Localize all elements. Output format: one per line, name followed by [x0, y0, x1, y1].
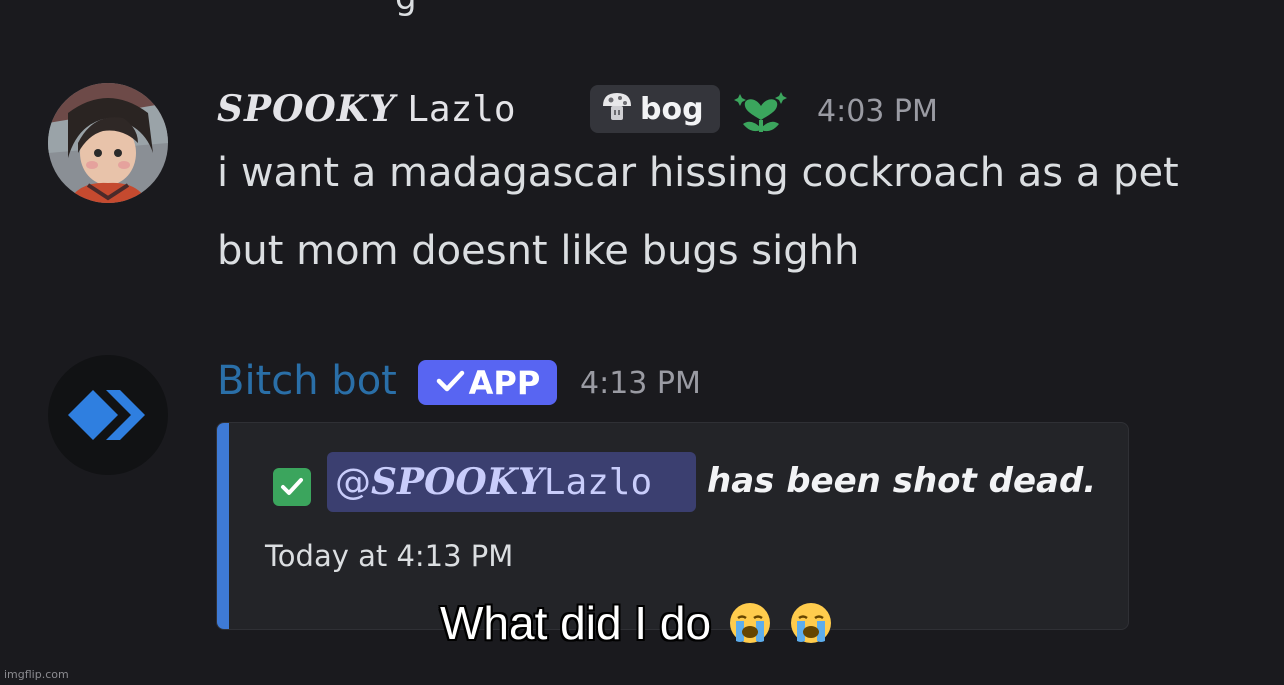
- checkmark-icon: [435, 366, 465, 400]
- embed-footer: Today at 4:13 PM: [265, 539, 514, 573]
- author-mono-name: Lazlo: [407, 89, 516, 130]
- embed-text: has been shot dead.: [707, 461, 1097, 501]
- mention-styled-name: 𝑺𝑷𝑶𝑶𝑲𝒀: [371, 461, 544, 503]
- app-badge-label: APP: [468, 363, 541, 402]
- message-timestamp[interactable]: 4:03 PM: [817, 94, 938, 129]
- author-styled-name: 𝑺𝑷𝑶𝑶𝑲𝒀: [217, 88, 396, 130]
- caption-text: What did I do: [440, 597, 712, 649]
- loudly-crying-face-icon: [790, 603, 831, 643]
- mushroom-icon: [600, 90, 634, 128]
- mention-mono-name: Lazlo: [543, 461, 653, 503]
- bot-author-name[interactable]: Bitch bot: [217, 358, 397, 404]
- embed-accent-bar: [217, 423, 229, 629]
- loudly-crying-face-icon: [729, 603, 770, 643]
- meme-caption: What did I do: [440, 596, 833, 650]
- server-tag[interactable]: bog: [590, 85, 720, 133]
- user-mention[interactable]: @ 𝑺𝑷𝑶𝑶𝑲𝒀 Lazlo: [327, 452, 696, 512]
- user-avatar[interactable]: [48, 83, 168, 203]
- message-line: but mom doesnt like bugs sighh: [217, 228, 860, 274]
- message-timestamp[interactable]: 4:13 PM: [580, 366, 701, 401]
- bot-avatar[interactable]: [48, 355, 168, 475]
- message-author[interactable]: 𝑺𝑷𝑶𝑶𝑲𝒀 Lazlo: [217, 88, 516, 130]
- heart-plant-icon: [733, 84, 789, 136]
- server-tag-label: bog: [640, 91, 704, 127]
- app-badge: APP: [418, 360, 557, 405]
- message-line: i want a madagascar hissing cockroach as…: [217, 150, 1179, 196]
- check-box-icon: [273, 468, 311, 506]
- imgflip-watermark: imgflip.com: [4, 668, 69, 681]
- mention-prefix: @: [335, 461, 371, 503]
- previous-message-fragment: g: [395, 0, 417, 18]
